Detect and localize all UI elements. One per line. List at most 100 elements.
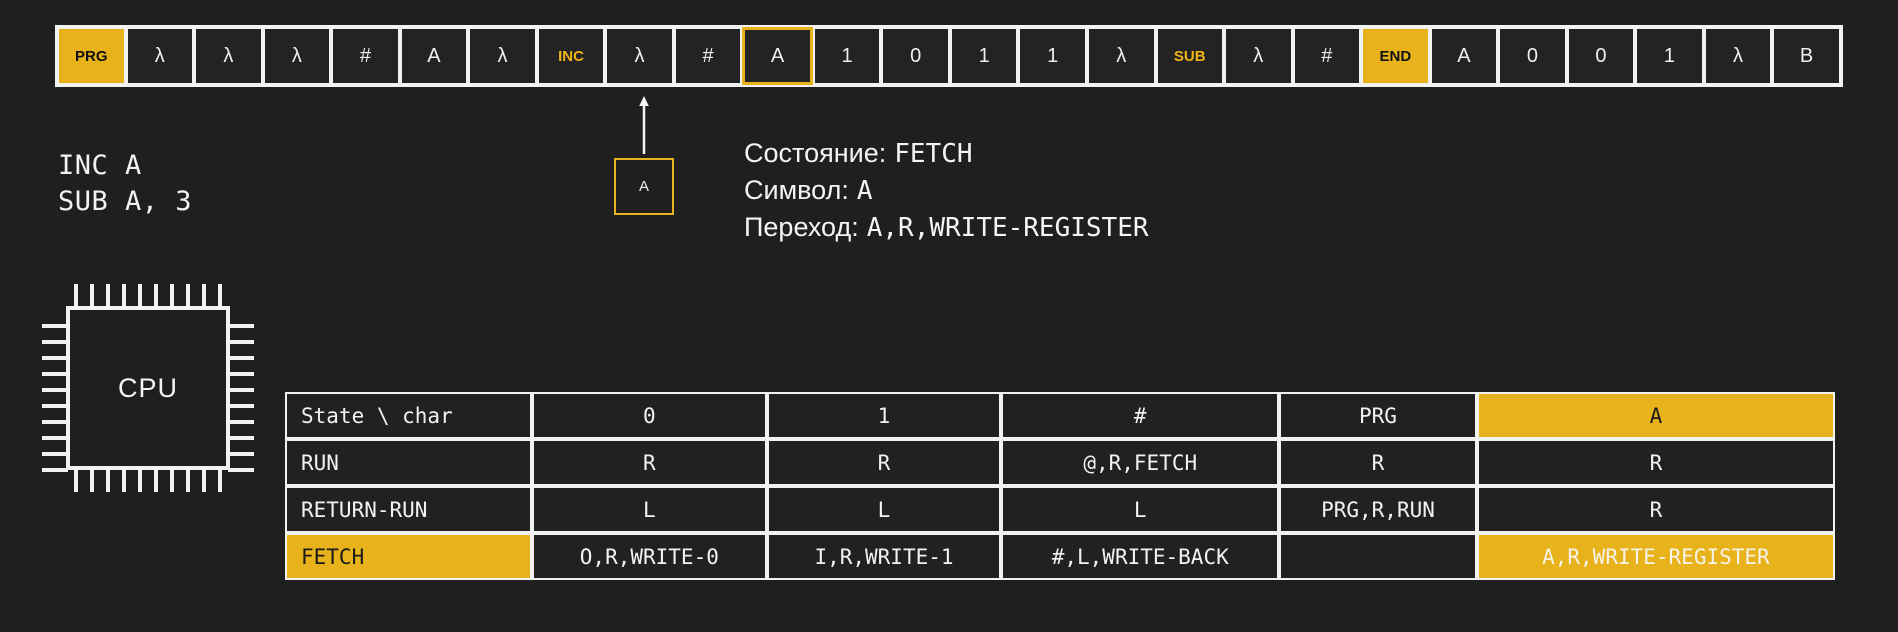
table-cell: R xyxy=(1279,439,1477,486)
status-line-symbol: Символ: A xyxy=(744,175,1149,212)
table-header-cell: A xyxy=(1476,392,1835,439)
tape-cell-label: # xyxy=(702,45,714,67)
head-symbol-label: A xyxy=(638,178,649,195)
table-header-row: State \ char 0 1 # PRG A xyxy=(285,392,1835,439)
tape-cell[interactable]: λ xyxy=(1703,27,1773,85)
tape-cell[interactable]: PRG xyxy=(57,27,126,85)
tape-cell[interactable]: A xyxy=(399,27,469,85)
tape-cell-label: # xyxy=(359,45,371,67)
table-header-cell: State \ char xyxy=(285,392,532,439)
status-transition-value: A,R,WRITE-REGISTER xyxy=(866,213,1149,243)
transition-table-wrapper: State \ char 0 1 # PRG A RUN R R @,R,FETCH R R RETU… xyxy=(285,392,1835,580)
tape-cell[interactable]: 1 xyxy=(949,27,1019,85)
tape-cell-label: λ xyxy=(497,45,508,67)
tape-cell-label: 1 xyxy=(841,45,853,67)
tape-cell[interactable]: λ xyxy=(125,27,195,85)
table-cell: L xyxy=(766,486,1002,533)
transition-table: State \ char 0 1 # PRG A RUN R R @,R,FETCH R R RETU… xyxy=(285,392,1835,580)
tape-cell-label: 1 xyxy=(978,45,990,67)
tape-cell[interactable]: # xyxy=(673,27,743,85)
tape-cell[interactable]: INC xyxy=(536,27,606,85)
table-header-cell: # xyxy=(1001,392,1280,439)
tape-cell[interactable]: A xyxy=(1429,27,1499,85)
table-row[interactable]: RUN R R @,R,FETCH R R xyxy=(285,439,1835,486)
tape-cell[interactable]: 1 xyxy=(1018,27,1087,85)
table-row[interactable]: FETCH O,R,WRITE-0 I,R,WRITE-1 #,L,WRITE-BAC… xyxy=(285,533,1835,580)
transition-table-head: State \ char 0 1 # PRG A xyxy=(285,392,1835,439)
table-cell-state: FETCH xyxy=(285,533,532,580)
cpu-chip-graphic xyxy=(42,284,254,492)
tape-cell-label: λ xyxy=(1253,45,1264,67)
tape-cell[interactable]: λ xyxy=(1086,27,1156,85)
tape-cell-label: 0 xyxy=(1595,45,1607,67)
table-cell: L xyxy=(532,486,767,533)
tape-cell[interactable]: A xyxy=(742,27,813,85)
table-header-cell: 0 xyxy=(532,392,767,439)
tape-cell-label: SUB xyxy=(1173,47,1206,65)
tape-cell-label: # xyxy=(1321,45,1333,67)
tape-cell[interactable]: 0 xyxy=(1498,27,1567,85)
tape-cell[interactable]: 0 xyxy=(881,27,950,85)
tape-cell-label: 0 xyxy=(910,45,922,67)
tape-strip: PRG λ λ λ # Aλ INC λ # A 1 0 1 1 λ SUB λ # END A 0 0 1 λ B xyxy=(55,25,1843,87)
table-row[interactable]: RETURN-RUN L L L PRG,R,RUN R xyxy=(285,486,1835,533)
tape-cell-label: B xyxy=(1799,45,1814,67)
table-cell-state: RUN xyxy=(285,439,532,486)
turing-machine-visualizer: PRG λ λ λ # Aλ INC λ # A 1 0 1 1 λ SUB λ # END A 0 0 1 λ B A INC… xyxy=(0,0,1898,632)
table-cell: O,R,WRITE-0 xyxy=(532,533,767,580)
tape-cell-label: 0 xyxy=(1526,45,1538,67)
tape-cell[interactable]: # xyxy=(1292,27,1362,85)
tape-cell[interactable]: 1 xyxy=(1635,27,1704,85)
tape-cell[interactable]: λ xyxy=(468,27,537,85)
transition-table-body: RUN R R @,R,FETCH R R RETURN-RUN L L L PRG,R,RUN R F… xyxy=(285,439,1835,580)
table-cell: I,R,WRITE-1 xyxy=(766,533,1002,580)
status-symbol-label: Символ: xyxy=(744,175,849,205)
tape-cell[interactable]: # xyxy=(331,27,400,85)
table-cell: R xyxy=(1476,439,1835,486)
tape-cell[interactable]: 1 xyxy=(812,27,882,85)
tape-cell[interactable]: SUB xyxy=(1155,27,1225,85)
table-cell: #,L,WRITE-BACK xyxy=(1001,533,1280,580)
table-cell: @,R,FETCH xyxy=(1001,439,1280,486)
table-cell: A,R,WRITE-REGISTER xyxy=(1476,533,1835,580)
tape-cell-label: 1 xyxy=(1047,45,1059,67)
table-cell-state: RETURN-RUN xyxy=(285,486,532,533)
tape-cell-label: λ xyxy=(634,45,645,67)
tape-cell-label: λ xyxy=(1116,45,1127,67)
tape-cell-label: λ xyxy=(1733,45,1744,67)
table-cell: R xyxy=(532,439,767,486)
tape-cell[interactable]: B xyxy=(1772,27,1841,85)
tape-cell-label: A xyxy=(427,45,441,67)
table-cell: L xyxy=(1001,486,1280,533)
table-cell xyxy=(1279,533,1477,580)
status-state-label: Состояние: xyxy=(744,138,887,168)
tape-cell-label: END xyxy=(1379,47,1412,65)
tape-cell-label: PRG xyxy=(75,47,108,65)
table-cell: PRG,R,RUN xyxy=(1279,486,1477,533)
tape-cell[interactable]: λ xyxy=(605,27,674,85)
tape-cell-label: λ xyxy=(154,45,165,67)
tape-cell[interactable]: λ xyxy=(1224,27,1293,85)
head-pointer-arrow-icon xyxy=(639,96,649,154)
status-line-state: Состояние: FETCH xyxy=(744,138,1149,175)
status-state-value: FETCH xyxy=(894,139,973,169)
status-panel: Состояние: FETCH Символ: A Переход: A,R,… xyxy=(744,138,1149,249)
cpu-chip-icon: CPU xyxy=(28,278,268,498)
program-source-listing: INC A SUB A, 3 xyxy=(58,150,193,217)
tape-cell-label: λ xyxy=(223,45,234,67)
tape-cell-label: 1 xyxy=(1663,45,1676,67)
status-symbol-value: A xyxy=(856,176,873,206)
table-cell: R xyxy=(766,439,1002,486)
tape-cell[interactable]: λ xyxy=(262,27,332,85)
tape-cell-label: A xyxy=(770,45,785,67)
tape-cell[interactable]: END xyxy=(1361,27,1430,85)
table-header-cell: 1 xyxy=(766,392,1002,439)
tape-cell[interactable]: 0 xyxy=(1566,27,1636,85)
table-cell: R xyxy=(1476,486,1835,533)
tape-cell-label: INC xyxy=(558,47,584,65)
tape-cell[interactable]: λ xyxy=(194,27,263,85)
head-symbol-box: A xyxy=(614,158,674,215)
status-transition-label: Переход: xyxy=(744,212,859,242)
tape-cell-label: λ xyxy=(291,45,302,67)
table-header-cell: PRG xyxy=(1279,392,1477,439)
